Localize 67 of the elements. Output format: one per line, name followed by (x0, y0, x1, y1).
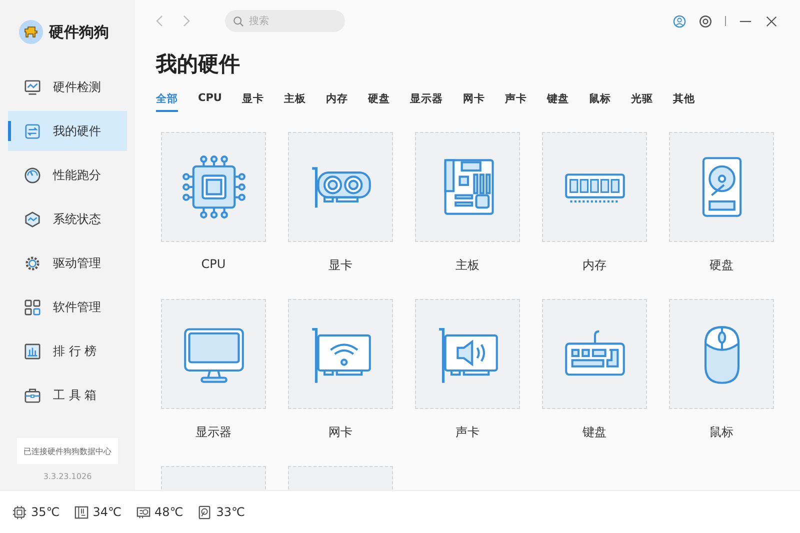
page-title: 我的硬件 (156, 51, 241, 78)
sidebar-item[interactable]: 硬件检测 (8, 67, 127, 107)
temperature-reading: 33℃ (216, 505, 245, 519)
app-name: 硬件狗狗 (49, 22, 109, 42)
graphics-card-icon (136, 504, 150, 520)
category-tab[interactable]: 键盘 (546, 92, 569, 112)
swap-arrows-icon (24, 122, 41, 140)
settings-icon (24, 254, 41, 272)
hardware-card[interactable] (542, 299, 647, 409)
category-tab[interactable]: 显示器 (410, 92, 443, 112)
temperature-reading: 35℃ (31, 505, 60, 519)
sidebar-item[interactable]: 我的硬件 (8, 111, 127, 151)
temperature-reading: 34℃ (92, 505, 122, 519)
chip-icon (12, 504, 27, 520)
hardware-card[interactable] (288, 299, 393, 409)
category-tab[interactable]: 内存 (326, 92, 348, 112)
dog-logo-icon (19, 20, 43, 44)
hardware-label: 显卡 (328, 257, 352, 274)
toolbox-icon (24, 386, 41, 404)
category-tab[interactable]: 光驱 (630, 92, 653, 112)
sidebar-item[interactable]: 软件管理 (8, 287, 127, 327)
category-tab[interactable]: 硬盘 (368, 92, 390, 112)
category-tab[interactable]: 全部 (156, 92, 178, 112)
hexagon-wave-icon (24, 210, 41, 228)
hardware-label: 声卡 (456, 424, 480, 441)
hardware-card[interactable] (669, 132, 774, 242)
category-tab[interactable]: 主板 (284, 92, 306, 112)
hardware-label: 内存 (582, 257, 606, 274)
hard-drive-icon (197, 504, 212, 520)
category-tab[interactable]: CPU (198, 92, 222, 112)
category-tab[interactable]: 显卡 (242, 92, 264, 112)
bar-chart-icon (24, 342, 41, 360)
hardware-card[interactable] (288, 132, 393, 242)
category-tab[interactable]: 网卡 (462, 92, 485, 112)
hardware-label: CPU (201, 257, 226, 271)
version-label: 3.3.23.1026 (42, 472, 93, 481)
settings-icon[interactable] (699, 14, 712, 28)
sidebar-item[interactable]: 系统状态 (8, 199, 127, 239)
sidebar-item[interactable]: 工 具 箱 (8, 375, 127, 415)
hardware-label: 主板 (456, 257, 480, 274)
hardware-label: 显示器 (196, 424, 232, 441)
category-tab[interactable]: 其他 (672, 92, 695, 112)
sidebar-item[interactable]: 驱动管理 (8, 243, 127, 283)
hardware-card[interactable] (669, 299, 774, 409)
hardware-card[interactable] (542, 132, 647, 242)
hardware-label: 硬盘 (710, 257, 734, 274)
connection-status: 已连接硬件狗狗数据中心 (17, 438, 118, 464)
board-icon (74, 504, 89, 520)
hardware-card[interactable] (415, 132, 520, 242)
sidebar-item[interactable]: 排 行 榜 (8, 331, 127, 371)
hardware-card[interactable] (415, 299, 520, 409)
gauge-icon (24, 166, 41, 184)
hardware-card[interactable] (161, 132, 266, 242)
category-tab[interactable]: 鼠标 (588, 92, 611, 112)
search-field[interactable]: 搜索 (225, 10, 345, 32)
hardware-label: 网卡 (328, 424, 352, 441)
hardware-label: 键盘 (582, 424, 606, 441)
category-tab[interactable]: 声卡 (504, 92, 527, 112)
chip-icon (180, 154, 246, 220)
hardware-label: 鼠标 (710, 424, 734, 441)
hardware-card[interactable] (161, 299, 266, 409)
monitor-wave-icon (24, 78, 41, 96)
sidebar-item[interactable]: 性能跑分 (8, 155, 127, 195)
close-icon[interactable] (765, 14, 778, 28)
temperature-reading: 48℃ (154, 505, 184, 519)
grid-icon (24, 298, 41, 316)
user-icon[interactable] (673, 14, 686, 28)
